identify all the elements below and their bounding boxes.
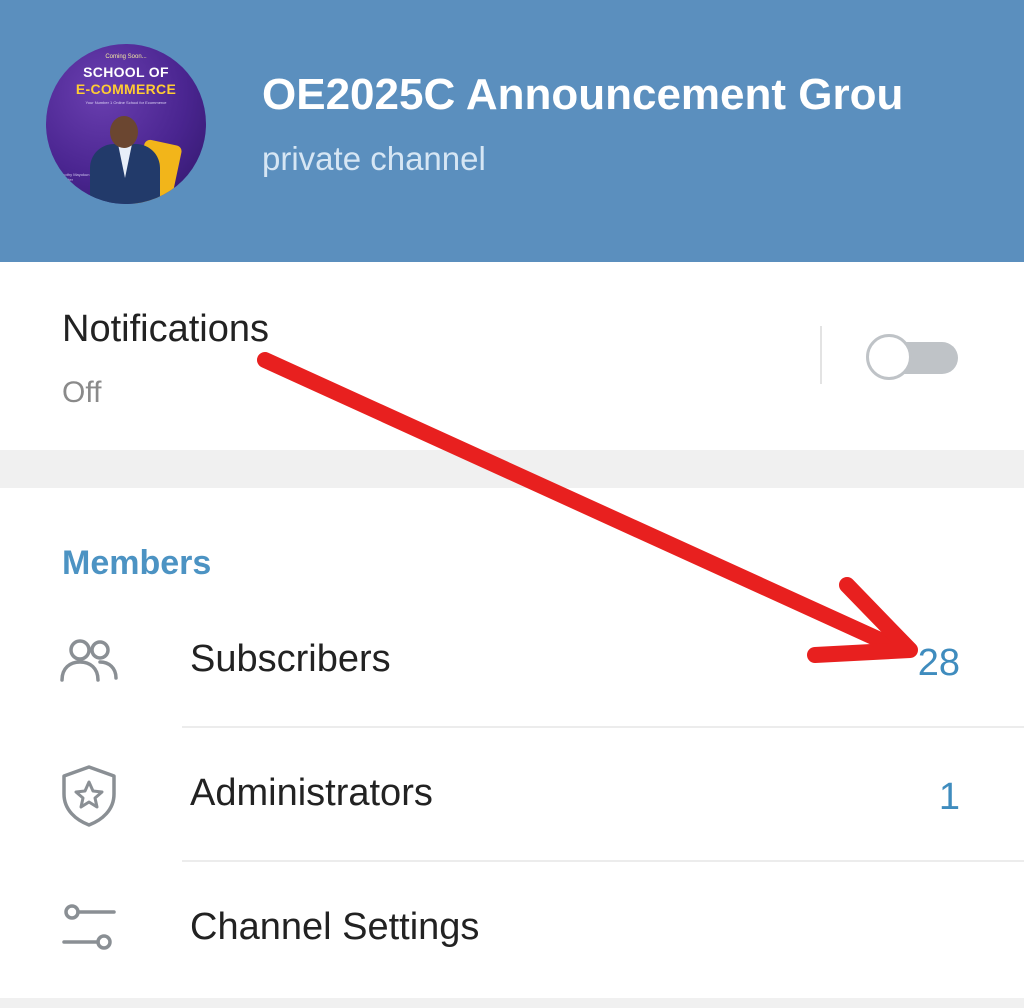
- administrators-label: Administrators: [190, 772, 433, 814]
- administrators-count: 1: [938, 776, 960, 818]
- avatar-line1: SCHOOL OF: [83, 64, 169, 80]
- people-icon: [60, 639, 118, 682]
- section-gap: [0, 450, 1024, 488]
- notifications-toggle[interactable]: [866, 334, 958, 380]
- channel-avatar[interactable]: Coming Soon... SCHOOL OF E-COMMERCE Your…: [46, 44, 206, 204]
- shield-star-icon: [62, 765, 116, 827]
- channel-header: Coming Soon... SCHOOL OF E-COMMERCE Your…: [0, 0, 1024, 262]
- members-section-title: Members: [62, 544, 212, 582]
- channel-settings-label: Channel Settings: [190, 906, 480, 948]
- subscribers-row[interactable]: Subscribers 28: [0, 594, 1024, 728]
- subscribers-count: 28: [917, 642, 960, 684]
- administrators-row[interactable]: Administrators 1: [0, 728, 1024, 862]
- bottom-gap: [0, 998, 1024, 1008]
- toggle-knob: [866, 334, 912, 380]
- avatar-caption: Timothy Mayokun Founder: [58, 172, 89, 182]
- avatar-tagline: Your Number 1 Online School for Ecommerc…: [85, 100, 167, 105]
- notifications-row[interactable]: Notifications Off: [0, 262, 1024, 450]
- avatar-caption-role: Founder: [58, 177, 73, 182]
- notifications-label: Notifications: [62, 308, 269, 350]
- channel-settings-row[interactable]: Channel Settings: [0, 862, 1024, 996]
- avatar-coming-soon: Coming Soon...: [105, 54, 147, 60]
- avatar-line2: E-COMMERCE: [75, 81, 177, 97]
- avatar-person-head: [110, 116, 138, 148]
- subscribers-label: Subscribers: [190, 638, 391, 680]
- channel-title: OE2025C Announcement Grou: [262, 70, 904, 119]
- settings-sliders-icon: [62, 904, 116, 950]
- vertical-divider: [820, 326, 822, 384]
- members-section: Members Subscribers 28 Administrators 1 …: [0, 488, 1024, 998]
- channel-subtitle: private channel: [262, 140, 486, 177]
- notifications-status: Off: [62, 376, 102, 409]
